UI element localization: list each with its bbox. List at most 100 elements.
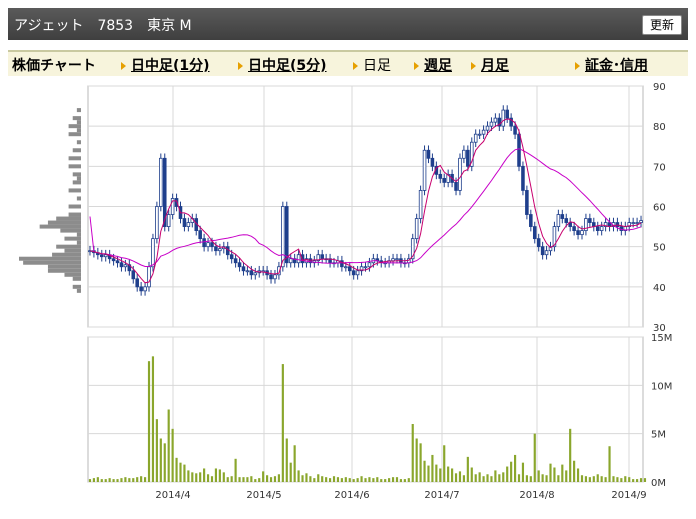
volume-bar bbox=[242, 477, 245, 482]
volume-bar bbox=[600, 476, 603, 482]
volume-profile-bar bbox=[68, 132, 81, 137]
candle-body bbox=[273, 274, 277, 280]
volume-profile-bar bbox=[64, 236, 81, 241]
volume-bar bbox=[155, 419, 158, 482]
volume-bar bbox=[620, 478, 623, 482]
volume-bar bbox=[612, 476, 615, 482]
volume-bar bbox=[415, 438, 418, 482]
volume-bar bbox=[325, 477, 328, 482]
volume-profile-bar bbox=[64, 272, 81, 277]
candle-body bbox=[426, 149, 431, 159]
volume-bar bbox=[289, 462, 292, 482]
volume-bar bbox=[545, 475, 548, 482]
volume-bar bbox=[96, 477, 99, 482]
candle-body bbox=[367, 262, 372, 268]
candle-body bbox=[155, 206, 159, 240]
candle-body bbox=[517, 133, 521, 167]
volume-bar bbox=[419, 443, 422, 482]
x-tick-label: 2014/6 bbox=[334, 490, 369, 501]
volume-bar bbox=[643, 478, 647, 482]
volume-bar bbox=[332, 476, 336, 482]
candle-body bbox=[477, 133, 482, 136]
candle-body bbox=[344, 266, 348, 269]
candle-body bbox=[225, 246, 230, 256]
volume-profile-bar bbox=[19, 256, 81, 261]
volume-bar bbox=[368, 477, 371, 482]
stock-chart: 90807060504030 15M10M5M0M2014/4 2014/5 201… bbox=[19, 82, 672, 501]
volume-bar bbox=[159, 438, 162, 482]
volume-profile-bar bbox=[47, 268, 81, 273]
volume-bar bbox=[498, 474, 501, 482]
candle-body bbox=[536, 238, 541, 248]
volume-bar bbox=[435, 464, 438, 482]
volume-bar bbox=[458, 471, 462, 482]
volume-bar bbox=[277, 474, 280, 482]
volume-bar bbox=[486, 474, 489, 482]
candle-body bbox=[214, 246, 218, 252]
volume-profile-bar bbox=[47, 264, 81, 269]
volume-bar bbox=[340, 478, 343, 482]
volume-profile-bar bbox=[23, 260, 82, 265]
volume-profile-bar bbox=[47, 220, 81, 225]
volume-bar bbox=[203, 468, 206, 482]
candle-body bbox=[525, 190, 529, 215]
candle-body bbox=[111, 258, 116, 262]
candle-body bbox=[639, 220, 643, 223]
volume-bar bbox=[238, 477, 241, 482]
candle-body bbox=[521, 165, 525, 191]
candle-body bbox=[556, 214, 561, 227]
volume-bar bbox=[214, 468, 218, 482]
candle-body bbox=[485, 125, 490, 131]
candle-body bbox=[481, 129, 486, 135]
price-y-tick-label: 80 bbox=[653, 122, 666, 133]
volume-bar bbox=[628, 477, 631, 482]
volume-bar bbox=[624, 476, 627, 482]
volume-bar bbox=[262, 471, 265, 482]
candle-body bbox=[588, 218, 592, 223]
volume-bar bbox=[100, 479, 103, 482]
volume-bar bbox=[234, 458, 237, 482]
candle-body bbox=[544, 250, 549, 256]
candle-body bbox=[631, 222, 635, 224]
volume-bar bbox=[226, 477, 229, 482]
candle-body bbox=[458, 157, 462, 191]
volume-bar bbox=[636, 479, 639, 482]
volume-bar bbox=[376, 477, 379, 482]
candle-body bbox=[119, 262, 124, 268]
candle-body bbox=[229, 254, 234, 260]
volume-bar bbox=[466, 456, 469, 482]
volume-bar bbox=[360, 476, 363, 482]
candle-body bbox=[139, 286, 143, 292]
volume-profile-bar bbox=[76, 140, 81, 145]
price-y-tick-label: 90 bbox=[653, 82, 666, 93]
volume-bar bbox=[317, 474, 320, 482]
volume-bar bbox=[104, 479, 107, 482]
volume-bar bbox=[356, 478, 359, 482]
volume-bar bbox=[616, 477, 619, 482]
candle-body bbox=[202, 238, 206, 248]
volume-y-tick-label: 10M bbox=[651, 381, 672, 392]
price-y-tick-label: 40 bbox=[653, 283, 666, 294]
volume-bar bbox=[399, 479, 403, 482]
volume-bar bbox=[309, 476, 312, 482]
volume-bar bbox=[199, 472, 202, 482]
volume-profile-bar bbox=[68, 124, 81, 129]
volume-bar bbox=[293, 445, 296, 482]
volume-bar bbox=[537, 470, 540, 482]
volume-panel: 15M 10M 5M 0M 2014/4 2014/5 2014/6 2014/7 2014/8… bbox=[87, 333, 672, 501]
volume-y-tick-label: 5M bbox=[651, 430, 666, 441]
candle-body bbox=[635, 222, 639, 224]
volume-profile-bar bbox=[68, 204, 81, 209]
volume-profile-bar bbox=[76, 288, 81, 293]
volume-bar bbox=[151, 356, 155, 482]
candle-body bbox=[513, 125, 517, 135]
volume-bar bbox=[596, 474, 599, 482]
volume-profile-bar bbox=[76, 196, 81, 201]
candle-body bbox=[123, 264, 128, 268]
volume-plot-area bbox=[87, 336, 644, 483]
volume-bar bbox=[171, 428, 174, 482]
volume-bar bbox=[372, 478, 375, 482]
candle-body bbox=[442, 177, 447, 183]
candle-body bbox=[505, 109, 509, 119]
volume-bar bbox=[474, 474, 477, 482]
